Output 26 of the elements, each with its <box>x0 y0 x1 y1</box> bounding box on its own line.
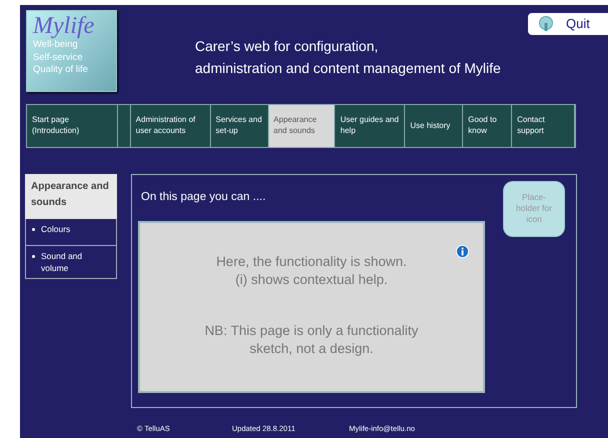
logo-tagline: Quality of life <box>33 64 89 76</box>
sidebar-heading: Appearance and sounds <box>25 174 117 219</box>
nav-tab[interactable]: Contact support <box>512 105 575 147</box>
header-text: Carer’s web for configuration, <box>195 37 380 56</box>
nav-tab[interactable]: Use history <box>405 105 464 147</box>
header-text: administration and content management of Mylife <box>195 59 501 78</box>
sidebar-item[interactable]: Sound and volume <box>25 246 117 279</box>
logo-tagline: Self-service <box>33 52 84 64</box>
nav-tab[interactable]: Administration of user accounts <box>130 105 211 147</box>
nav-tab[interactable]: Services and set-up <box>210 105 269 147</box>
bulb-icon <box>538 16 554 32</box>
nav-tab[interactable]: User guides and help <box>335 105 406 147</box>
logo-tagline: Well-being <box>33 39 79 52</box>
nav-tab[interactable]: Start page (Introduction) <box>27 105 118 147</box>
quit-button[interactable]: Quit <box>528 13 608 35</box>
sketch-note: NB: This page is only a functionality sketch, not a design. <box>204 322 420 358</box>
bullet-icon <box>32 228 35 231</box>
bullet-icon <box>32 255 35 258</box>
nav-tab[interactable]: Good to know <box>463 105 512 147</box>
nav-tab[interactable]: Appearance and sounds <box>268 105 336 147</box>
sidebar-item[interactable]: Colours <box>25 219 117 246</box>
info-icon[interactable] <box>456 245 469 258</box>
intro-text: On this page you can .... <box>141 190 267 205</box>
logo-title: Mylife <box>33 13 96 40</box>
sketch-text: Here, the functionality is shown. (i) shows contextual help. <box>215 253 408 288</box>
placeholder-text: Place-holder for icon <box>516 192 552 224</box>
